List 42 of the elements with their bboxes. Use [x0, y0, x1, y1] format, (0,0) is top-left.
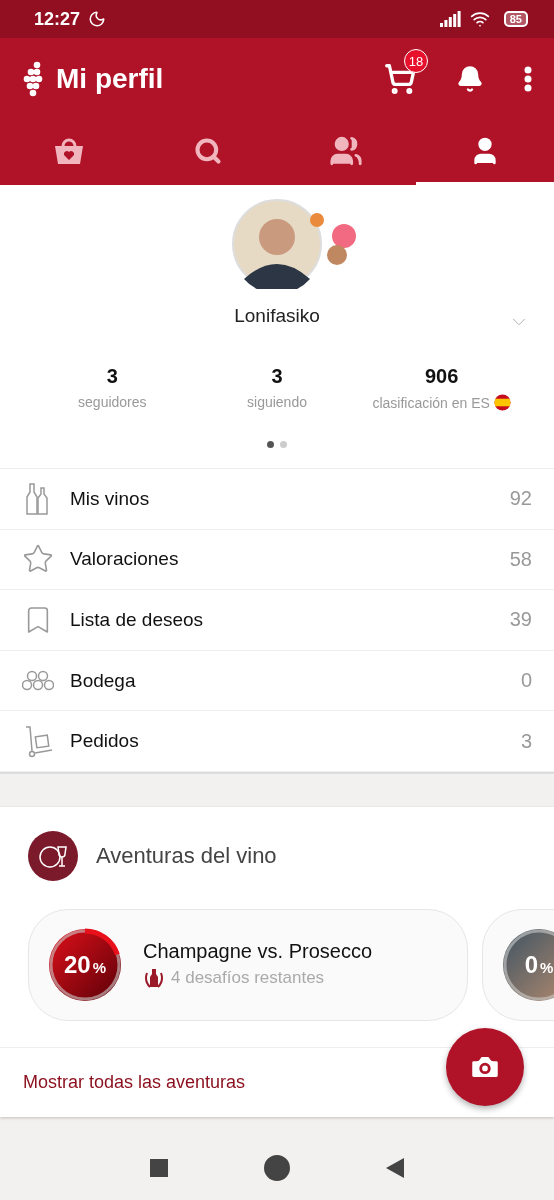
search-icon	[193, 137, 222, 165]
stat-value: 906	[425, 365, 459, 388]
adventure-subtitle: 4 desafíos restantes	[171, 968, 325, 989]
adventure-title: Champagne vs. Prosecco	[143, 940, 372, 964]
menu-item[interactable]: Lista de deseos 39	[0, 590, 554, 651]
people-icon	[329, 134, 364, 168]
menu-item[interactable]: Bodega 0	[0, 650, 554, 712]
grapes-logo	[22, 60, 44, 98]
bottle-laurel-icon	[143, 967, 165, 990]
signal-icon	[439, 11, 462, 27]
stat-value: 3	[271, 365, 283, 388]
moon-icon	[88, 10, 107, 28]
stat-label: siguiendo	[247, 394, 307, 410]
notifications-button[interactable]	[456, 65, 484, 93]
wifi-icon	[469, 9, 490, 29]
back-button[interactable]	[386, 1158, 404, 1178]
decor-dot	[310, 213, 324, 227]
stat-label: seguidores	[78, 394, 147, 410]
status-time: 12:27	[34, 8, 81, 30]
menu-item[interactable]: Pedidos 3	[0, 711, 554, 772]
cart-count-badge: 18	[404, 49, 428, 73]
spain-flag-icon	[493, 394, 511, 411]
more-menu-button[interactable]	[524, 66, 532, 92]
more-icon	[524, 66, 532, 92]
menu-item[interactable]: Mis vinos 92	[0, 469, 554, 530]
stat-value: 3	[106, 365, 118, 388]
username: Lonifasiko	[234, 305, 320, 327]
adventure-card[interactable]: 0%	[482, 908, 554, 1021]
section-title: Aventuras del vino	[96, 842, 277, 869]
bell-icon	[456, 65, 484, 93]
decor-dot	[327, 245, 347, 265]
menu-item[interactable]: Valoraciones 58	[0, 529, 554, 591]
basket-heart-icon	[53, 136, 86, 166]
progress-percent: 0%	[524, 950, 554, 979]
home-button[interactable]	[264, 1155, 290, 1181]
target-wineglass-icon	[28, 830, 78, 881]
stat-label: clasificación en ES	[372, 394, 490, 411]
adventure-card[interactable]: 20% Champagne vs. Prosecco 4 desafíos restantes	[28, 908, 468, 1021]
progress-percent: 20%	[64, 950, 106, 979]
decor-dot	[332, 224, 356, 248]
page-title: Mi perfil	[56, 63, 165, 95]
battery-level: 85	[503, 11, 528, 27]
